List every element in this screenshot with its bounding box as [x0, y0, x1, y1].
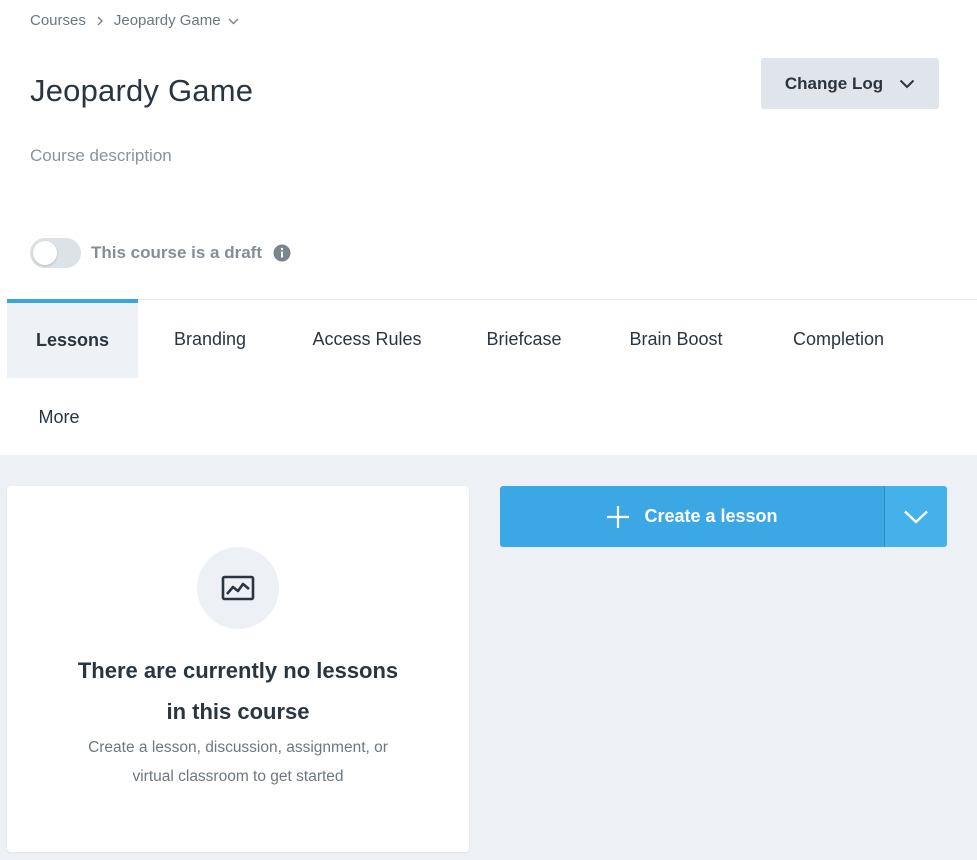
tab-brain-boost[interactable]: Brain Boost	[610, 301, 742, 378]
breadcrumb-courses-link[interactable]: Courses	[30, 12, 86, 29]
create-lesson-button[interactable]: Create a lesson	[500, 486, 884, 547]
tab-branding[interactable]: Branding	[150, 301, 270, 378]
chevron-down-icon	[903, 509, 929, 525]
tab-access-rules[interactable]: Access Rules	[295, 301, 439, 378]
empty-state-title: There are currently no lessons in this c…	[7, 650, 469, 732]
chart-image-icon	[221, 575, 255, 601]
change-log-label: Change Log	[784, 73, 884, 93]
tab-more[interactable]: More	[18, 380, 100, 455]
create-lesson-label: Create a lesson	[644, 506, 778, 526]
tab-completion[interactable]: Completion	[770, 301, 907, 378]
change-log-button[interactable]: Change Log	[761, 58, 939, 109]
breadcrumb: Courses Jeopardy Game	[30, 12, 239, 29]
toggle-knob	[33, 241, 57, 265]
chevron-down-icon	[899, 79, 915, 89]
tab-briefcase[interactable]: Briefcase	[466, 301, 582, 378]
empty-state-icon-badge	[197, 547, 279, 629]
draft-label: This course is a draft	[91, 243, 262, 262]
plus-icon	[606, 505, 630, 529]
info-icon[interactable]	[273, 244, 291, 262]
empty-state-title-line-1: There are currently no lessons	[77, 658, 399, 683]
empty-state-subtitle-line-2: virtual classroom to get started	[132, 768, 344, 785]
empty-state-subtitle: Create a lesson, discussion, assignment,…	[7, 733, 469, 791]
create-options-dropdown-button[interactable]	[885, 486, 947, 547]
draft-toggle[interactable]	[30, 238, 81, 268]
empty-state-title-line-2: in this course	[166, 699, 310, 724]
course-description-field[interactable]: Course description	[30, 146, 172, 166]
page-title: Jeopardy Game	[30, 73, 254, 108]
draft-toggle-row: This course is a draft	[30, 238, 291, 268]
tab-lessons[interactable]: Lessons	[7, 299, 138, 378]
chevron-right-icon	[96, 16, 104, 26]
empty-state-subtitle-line-1: Create a lesson, discussion, assignment,…	[88, 739, 388, 756]
course-page: Courses Jeopardy Game Jeopardy Game Chan…	[0, 0, 977, 860]
breadcrumb-current-course[interactable]: Jeopardy Game	[114, 12, 221, 29]
tabs-divider	[7, 299, 977, 300]
chevron-down-icon[interactable]	[228, 17, 239, 25]
